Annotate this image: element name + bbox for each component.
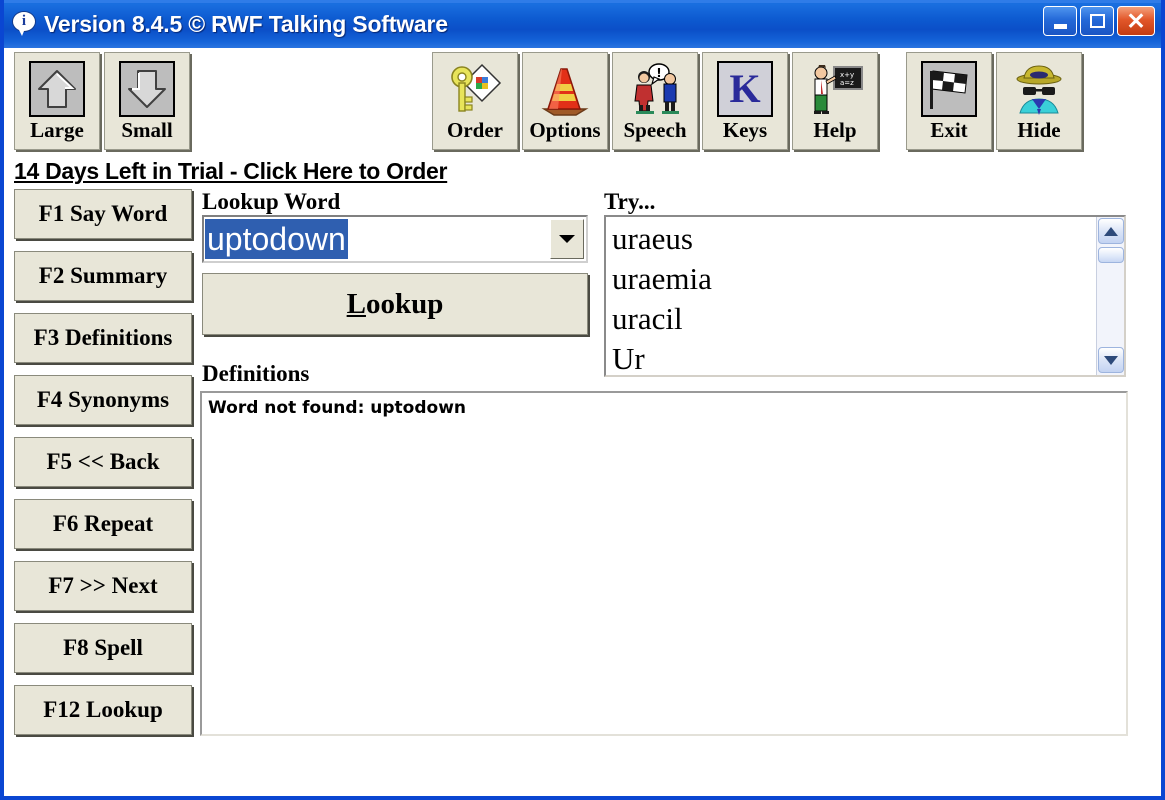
toolbar-label: Options — [529, 118, 601, 142]
toolbar-label: Speech — [623, 118, 687, 142]
function-key-panel: F1 Say Word F2 Summary F3 Definitions F4… — [14, 189, 192, 747]
fkey-button-f7[interactable]: F7 >> Next — [14, 561, 192, 611]
two-people-talking-icon: ! — [624, 58, 686, 120]
lookup-button-accelerator: L — [346, 287, 366, 320]
chevron-down-icon[interactable] — [550, 219, 584, 259]
try-label: Try... — [604, 189, 656, 214]
scroll-up-button[interactable] — [1098, 218, 1124, 244]
lookup-word-label: Lookup Word — [202, 189, 341, 214]
fkey-button-f3[interactable]: F3 Definitions — [14, 313, 192, 363]
chevron-up-icon — [1104, 226, 1118, 236]
maximize-icon — [1089, 14, 1105, 28]
toolbar-label: Exit — [930, 118, 968, 142]
maximize-button[interactable] — [1080, 6, 1114, 36]
lookup-panel: Lookup Word uptodown Lookup — [202, 189, 590, 335]
window-title: Version 8.4.5 © RWF Talking Software — [44, 10, 448, 37]
toolbar-button-order[interactable]: Order — [432, 52, 518, 150]
toolbar-button-large[interactable]: Large — [14, 52, 100, 150]
title-bar: i Version 8.4.5 © RWF Talking Software ✕ — [4, 0, 1161, 48]
try-listbox[interactable]: uraeus uraemia uracil Ur — [604, 215, 1126, 377]
fkey-button-f4[interactable]: F4 Synonyms — [14, 375, 192, 425]
toolbar-label: Help — [813, 118, 857, 142]
arrow-down-icon — [116, 58, 178, 120]
info-bubble-icon: i — [12, 11, 38, 37]
svg-text:!: ! — [656, 66, 661, 80]
trial-notice-row: 14 Days Left in Trial - Click Here to Or… — [4, 156, 1161, 189]
chevron-down-icon — [1104, 355, 1118, 365]
toolbar-label: Large — [30, 118, 84, 142]
scrollbar-thumb[interactable] — [1098, 247, 1124, 263]
minimize-button[interactable] — [1043, 6, 1077, 36]
list-item[interactable]: uracil — [612, 299, 1124, 339]
lookup-button[interactable]: Lookup — [202, 273, 588, 335]
definitions-text: Word not found: uptodown — [208, 398, 467, 418]
close-button[interactable]: ✕ — [1117, 6, 1155, 36]
toolbar-button-options[interactable]: Options — [522, 52, 608, 150]
application-window: i Version 8.4.5 © RWF Talking Software ✕ — [0, 0, 1165, 800]
trial-order-link[interactable]: 14 Days Left in Trial - Click Here to Or… — [14, 158, 448, 185]
window-controls: ✕ — [1043, 6, 1155, 36]
toolbar-button-hide[interactable]: Hide — [996, 52, 1082, 150]
toolbar-label: Order — [447, 118, 503, 142]
svg-text:a=z: a=z — [840, 79, 854, 87]
toolbar-button-help[interactable]: x+y a=z Help — [792, 52, 878, 150]
toolbar-label: Small — [121, 118, 173, 142]
letter-k-icon: K — [714, 58, 776, 120]
list-item[interactable]: uraeus — [612, 219, 1124, 259]
toolbar-button-keys[interactable]: K Keys — [702, 52, 788, 150]
lookup-word-input[interactable]: uptodown — [205, 219, 348, 259]
key-icon — [444, 58, 506, 120]
try-list: uraeus uraemia uracil Ur — [606, 217, 1124, 375]
fkey-button-f1[interactable]: F1 Say Word — [14, 189, 192, 239]
lookup-button-label: ookup — [365, 287, 444, 320]
main-toolbar: Large Small Order Options ! Speech K Key… — [4, 48, 1161, 156]
toolbar-button-exit[interactable]: Exit — [906, 52, 992, 150]
try-panel: Try... uraeus uraemia uracil Ur — [604, 189, 1128, 377]
fkey-button-f6[interactable]: F6 Repeat — [14, 499, 192, 549]
arrow-up-icon — [26, 58, 88, 120]
try-list-scrollbar[interactable] — [1096, 217, 1124, 375]
disguise-icon — [1008, 58, 1070, 120]
toolbar-label: Keys — [722, 118, 768, 142]
toolbar-button-speech[interactable]: ! Speech — [612, 52, 698, 150]
fkey-button-f2[interactable]: F2 Summary — [14, 251, 192, 301]
fkey-button-f5[interactable]: F5 << Back — [14, 437, 192, 487]
definitions-label: Definitions — [202, 361, 310, 386]
lookup-word-combobox[interactable]: uptodown — [202, 215, 588, 263]
toolbar-button-small[interactable]: Small — [104, 52, 190, 150]
svg-text:x+y: x+y — [840, 71, 854, 79]
definitions-textarea[interactable]: Word not found: uptodown — [200, 391, 1128, 736]
checkered-flag-icon — [918, 58, 980, 120]
toolbar-label: Hide — [1017, 118, 1061, 142]
list-item[interactable]: Ur — [612, 339, 1124, 375]
teacher-blackboard-icon: x+y a=z — [804, 58, 866, 120]
close-icon: ✕ — [1126, 8, 1146, 34]
minimize-icon — [1053, 23, 1067, 29]
fkey-button-f8[interactable]: F8 Spell — [14, 623, 192, 673]
list-item[interactable]: uraemia — [612, 259, 1124, 299]
traffic-cone-icon — [534, 58, 596, 120]
fkey-button-f12[interactable]: F12 Lookup — [14, 685, 192, 735]
scroll-down-button[interactable] — [1098, 347, 1124, 373]
